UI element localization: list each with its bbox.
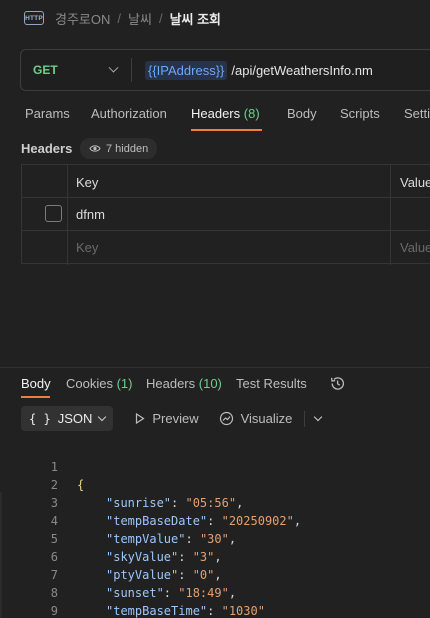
chevron-down-icon: [98, 412, 107, 422]
http-icon: HTTP: [24, 11, 44, 25]
tab-headers-label: Headers: [191, 106, 241, 121]
tab-scripts[interactable]: Scripts: [340, 106, 380, 121]
tab-authorization[interactable]: Authorization: [91, 106, 167, 121]
visualize-icon: [219, 411, 233, 426]
scroll-edge: [0, 492, 2, 618]
tab-headers-count: (8): [243, 106, 260, 121]
json-value: "1030": [221, 604, 265, 618]
preview-label: Preview: [152, 411, 199, 426]
play-icon: [136, 413, 145, 424]
chevron-down-icon: [108, 62, 119, 73]
table-header-row: Key Value: [22, 165, 430, 198]
breadcrumb-item-folder[interactable]: 날씨: [128, 9, 152, 28]
json-key: "tempBaseTime": [106, 604, 208, 618]
visualize-label: Visualize: [240, 411, 293, 426]
breadcrumb: HTTP 경주로ON / 날씨 / 날씨 조회: [24, 8, 221, 28]
preview-button[interactable]: Preview: [135, 411, 199, 426]
code-line: 1 {: [0, 440, 430, 492]
divider: [304, 410, 306, 427]
header-key-cell[interactable]: dfnm: [76, 207, 105, 222]
tab-params[interactable]: Params: [25, 106, 70, 121]
hidden-headers-toggle[interactable]: 7 hidden: [80, 138, 158, 159]
braces-icon: { }: [29, 411, 51, 426]
visualize-chevron-icon[interactable]: [314, 412, 323, 422]
tab-cookies[interactable]: Cookies (1): [66, 376, 132, 391]
tab-response-body[interactable]: Body: [21, 376, 51, 391]
tab-settings[interactable]: Setti: [404, 106, 430, 121]
tab-body[interactable]: Body: [287, 106, 317, 121]
breadcrumb-item-collection[interactable]: 경주로ON: [55, 9, 110, 28]
code-line: 2 "sunrise": "05:56",: [0, 458, 430, 510]
breadcrumb-separator: /: [117, 10, 122, 26]
line-number: 9: [50, 604, 58, 618]
header-enabled-checkbox[interactable]: [45, 205, 62, 222]
headers-table: Key Value dfnm Key Value: [21, 164, 430, 265]
value-placeholder-input[interactable]: Value: [400, 240, 430, 255]
code-line: 4 "tempValue": "30",: [0, 494, 430, 546]
request-name[interactable]: 날씨 조회: [170, 9, 221, 28]
code-line: 7 "sunset": "18:49",: [0, 548, 430, 600]
code-line: 6 "ptyValue": "0",: [0, 530, 430, 582]
url-input[interactable]: {{IPAddress}} /api/getWeathersInfo.nm: [132, 60, 373, 80]
response-tabs: Body Cookies (1) Headers (10) Test Resul…: [0, 376, 430, 398]
active-tab-indicator: [21, 396, 50, 398]
tab-response-headers-count: (10): [198, 376, 222, 391]
response-toolbar: { } JSON Preview Visualize: [21, 406, 323, 431]
url-path: /api/getWeathersInfo.nm: [231, 62, 373, 78]
table-row-new: Key Value: [22, 231, 430, 264]
table-row: dfnm: [22, 198, 430, 231]
code-line: 3 "tempBaseDate": "20250902",: [0, 476, 430, 528]
hidden-headers-label: 7 hidden: [106, 142, 149, 155]
tab-cookies-label: Cookies: [66, 376, 113, 391]
url-variable[interactable]: {{IPAddress}}: [145, 60, 228, 80]
method-label: GET: [33, 63, 58, 77]
request-tabs: Params Authorization Headers (8) Body Sc…: [0, 106, 430, 132]
tab-response-headers[interactable]: Headers (10): [146, 376, 222, 391]
tab-cookies-count: (1): [116, 376, 133, 391]
tab-response-headers-label: Headers: [146, 376, 196, 391]
key-placeholder-input[interactable]: Key: [76, 240, 98, 255]
code-line: 5 "skyValue": "3",: [0, 512, 430, 564]
active-tab-indicator: [191, 129, 262, 131]
history-icon[interactable]: [329, 375, 346, 392]
format-label: JSON: [57, 411, 93, 426]
eye-icon: [89, 145, 101, 152]
tab-test-results[interactable]: Test Results: [236, 376, 307, 391]
format-select[interactable]: { } JSON: [21, 406, 114, 431]
method-select[interactable]: GET: [21, 62, 131, 77]
panel-divider[interactable]: [0, 367, 430, 368]
code-line: 9 }: [0, 584, 430, 618]
column-header-key: Key: [76, 175, 99, 190]
code-line: 8 "tempBaseTime": "1030": [0, 566, 430, 618]
headers-section-title: Headers: [21, 141, 73, 156]
url-bar: GET {{IPAddress}} /api/getWeathersInfo.n…: [20, 49, 430, 91]
tab-headers[interactable]: Headers (8): [191, 106, 260, 121]
column-header-value: Value: [400, 175, 430, 190]
breadcrumb-separator: /: [158, 10, 163, 26]
visualize-button[interactable]: Visualize: [219, 411, 293, 426]
